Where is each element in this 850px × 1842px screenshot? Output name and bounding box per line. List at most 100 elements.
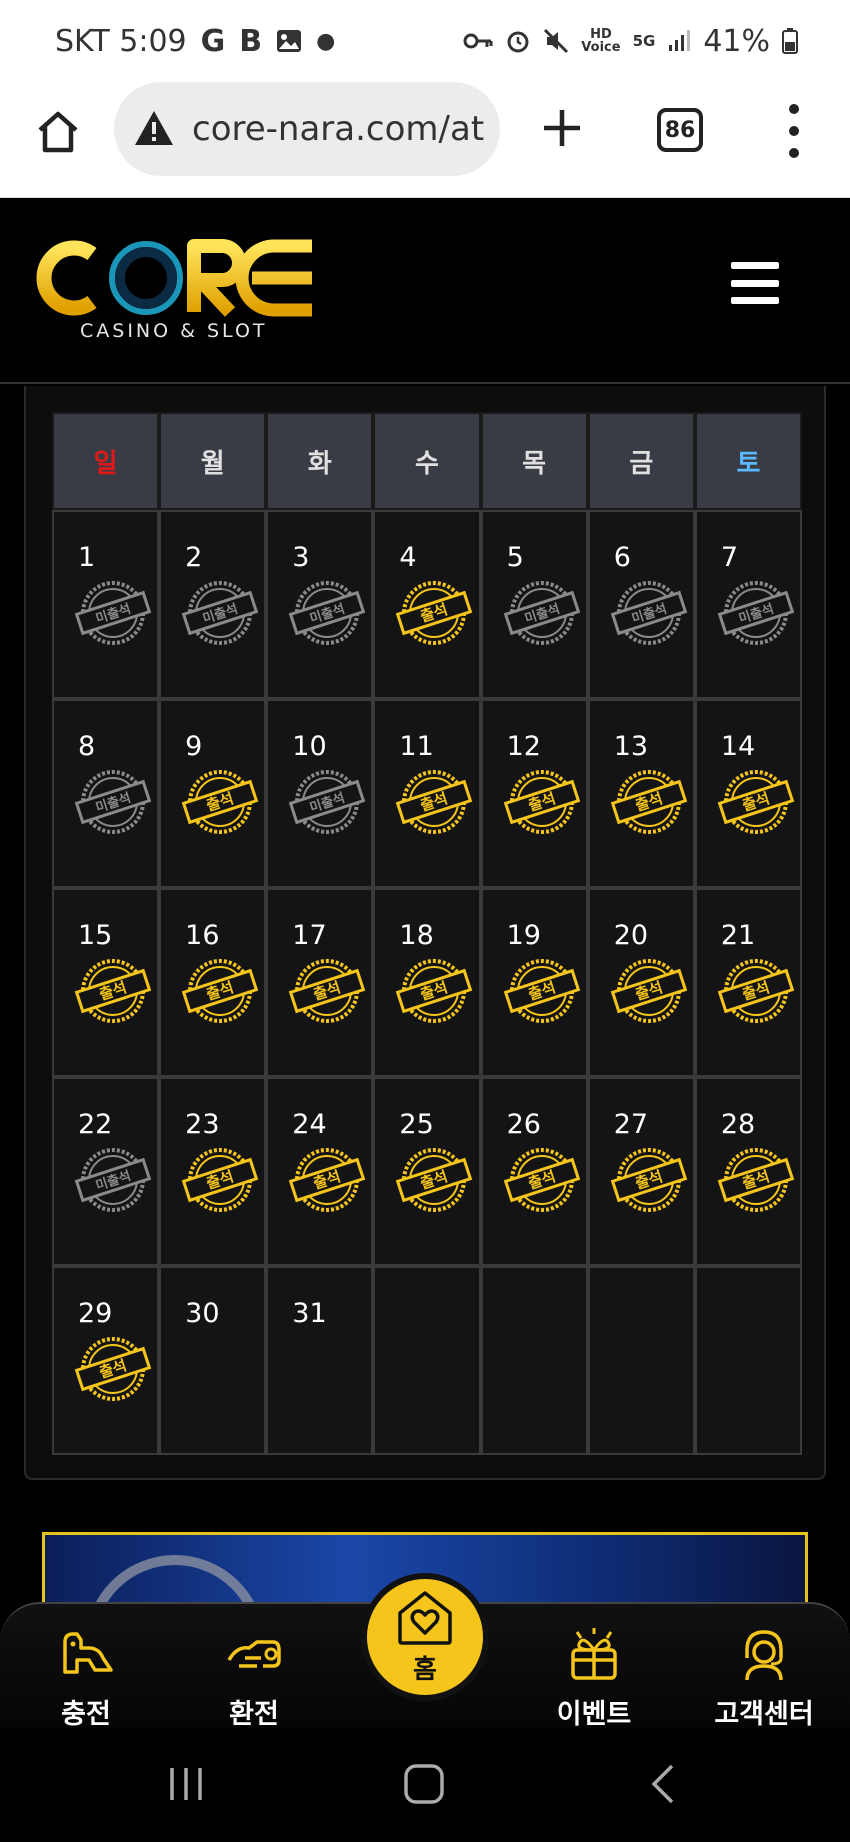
tab-switcher-button[interactable]: 86: [657, 108, 703, 152]
calendar-day-cell[interactable]: 10 미출석: [266, 699, 374, 888]
calendar-day-cell[interactable]: 5 미출석: [480, 510, 588, 699]
stamp-label: 출석: [526, 978, 558, 1004]
day-number: 23: [185, 1109, 220, 1140]
attended-stamp-icon: 출석: [396, 581, 473, 645]
home-heart-icon: [398, 1590, 452, 1645]
calendar-day-cell[interactable]: 15 출석: [52, 888, 160, 1077]
home-icon[interactable]: [34, 108, 82, 156]
calendar-day-cell[interactable]: 21 출석: [694, 888, 802, 1077]
day-number: 14: [720, 731, 756, 762]
nav-home-button[interactable]: 홈: [361, 1573, 489, 1701]
day-number: 2: [185, 542, 203, 573]
stamp-label: 출석: [204, 1167, 236, 1193]
signal-icon: [669, 30, 691, 51]
day-number: 1: [78, 542, 96, 573]
calendar-day-cell[interactable]: 3 미출석: [266, 510, 374, 699]
absent-stamp-icon: 미출석: [289, 770, 366, 834]
calendar-day-cell[interactable]: 20 출석: [587, 888, 695, 1077]
stamp-label: 출석: [526, 789, 558, 815]
google-icon: G: [200, 23, 226, 59]
absent-stamp-icon: 미출석: [289, 581, 366, 645]
nav-event[interactable]: 이벤트: [534, 1624, 654, 1731]
battery-percent: 41%: [703, 23, 770, 59]
calendar-day-cell[interactable]: 28 출석: [694, 1077, 802, 1266]
calendar-day-cell[interactable]: 26 출석: [480, 1077, 588, 1266]
calendar-day-cell[interactable]: 8 미출석: [52, 699, 160, 888]
stamp-label: 출석: [419, 978, 451, 1004]
day-number: 24: [292, 1109, 327, 1140]
calendar-day-cell[interactable]: 12 출석: [480, 699, 588, 888]
calendar-day-cell[interactable]: 13 출석: [587, 699, 695, 888]
calendar-day-cell[interactable]: 31: [266, 1266, 374, 1455]
attended-stamp-icon: 출석: [74, 1337, 152, 1401]
absent-stamp-icon: 미출석: [503, 581, 580, 645]
address-bar[interactable]: core-nara.com/at: [114, 82, 500, 176]
nav-deposit[interactable]: 충전: [26, 1624, 146, 1731]
stamp-label: 출석: [311, 1167, 343, 1193]
stamp-label: 출석: [419, 789, 451, 815]
calendar-day-cell[interactable]: 14 출석: [694, 699, 802, 888]
calendar-day-cell[interactable]: 19 출석: [480, 888, 588, 1077]
attended-stamp-icon: 출석: [396, 770, 473, 834]
day-number: 22: [78, 1109, 113, 1140]
day-number: 29: [78, 1298, 113, 1329]
gift-icon: [571, 1628, 617, 1680]
calendar-day-cell[interactable]: 18 출석: [373, 888, 481, 1077]
warning-icon[interactable]: [132, 107, 176, 151]
attended-stamp-icon: 출석: [181, 1148, 259, 1212]
calendar-day-cell[interactable]: 27 출석: [587, 1077, 695, 1266]
calendar-day-cell[interactable]: 22 미출석: [52, 1077, 160, 1266]
attended-stamp-icon: 출석: [610, 770, 687, 834]
day-number: 20: [613, 920, 649, 951]
withdraw-icon: [227, 1640, 281, 1668]
image-icon: [277, 30, 302, 52]
nav-support[interactable]: 고객센터: [704, 1624, 824, 1731]
system-home-icon[interactable]: [402, 1764, 446, 1804]
stamp-label: 출석: [97, 1356, 129, 1382]
day-number: 3: [292, 542, 310, 573]
nav-withdraw-label: 환전: [229, 1699, 279, 1730]
back-icon[interactable]: [648, 1764, 678, 1804]
calendar-empty-cell: [373, 1266, 481, 1455]
nav-home-label: 홈: [413, 1654, 437, 1685]
calendar-day-cell[interactable]: 1 미출석: [52, 510, 160, 699]
status-bar: SKT 5:09 G B ● HD Voice 5G 41%: [0, 0, 850, 82]
calendar-day-cell[interactable]: 25 출석: [373, 1077, 481, 1266]
day-number: 26: [506, 1109, 541, 1140]
calendar-day-cell[interactable]: 2 미출석: [159, 510, 267, 699]
calendar-day-cell[interactable]: 6 미출석: [587, 510, 695, 699]
attended-stamp-icon: 출석: [396, 959, 473, 1023]
attended-stamp-icon: 출석: [610, 1148, 687, 1212]
absent-stamp-icon: 미출석: [74, 770, 152, 834]
calendar-day-cell[interactable]: 9 출석: [159, 699, 267, 888]
calendar-day-cell[interactable]: 7 미출석: [694, 510, 802, 699]
calendar-weekday-header: 일월화수목금토: [52, 412, 802, 510]
stamp-label: 출석: [633, 978, 665, 1004]
absent-stamp-icon: 미출석: [610, 581, 687, 645]
calendar-day-cell[interactable]: 23 출석: [159, 1077, 267, 1266]
calendar-day-cell[interactable]: 29 출석: [52, 1266, 160, 1455]
day-number: 16: [185, 920, 220, 951]
browser-toolbar: core-nara.com/at 86: [0, 82, 850, 198]
stamp-label: 출석: [740, 1167, 772, 1193]
calendar-day-cell[interactable]: 24 출석: [266, 1077, 374, 1266]
calendar-day-cell[interactable]: 4 출석: [373, 510, 481, 699]
more-options-icon[interactable]: [784, 104, 804, 158]
weekday-header-cell: 수: [373, 412, 481, 510]
alarm-icon: [507, 31, 529, 53]
calendar-day-cell[interactable]: 16 출석: [159, 888, 267, 1077]
hamburger-menu-icon[interactable]: [731, 262, 779, 304]
calendar-day-cell[interactable]: 30: [159, 1266, 267, 1455]
day-number: 30: [185, 1298, 220, 1329]
url-text[interactable]: core-nara.com/at: [192, 109, 484, 149]
recent-apps-icon[interactable]: [166, 1764, 206, 1804]
attended-stamp-icon: 출석: [181, 770, 259, 834]
calendar-day-cell[interactable]: 11 출석: [373, 699, 481, 888]
calendar-day-cell[interactable]: 17 출석: [266, 888, 374, 1077]
system-navigation-bar: [0, 1728, 850, 1842]
day-number: 31: [292, 1298, 327, 1329]
nav-withdraw[interactable]: 환전: [194, 1624, 314, 1731]
day-number: 13: [613, 731, 649, 762]
new-tab-icon[interactable]: [540, 106, 584, 150]
stamp-label: 출석: [740, 978, 772, 1004]
